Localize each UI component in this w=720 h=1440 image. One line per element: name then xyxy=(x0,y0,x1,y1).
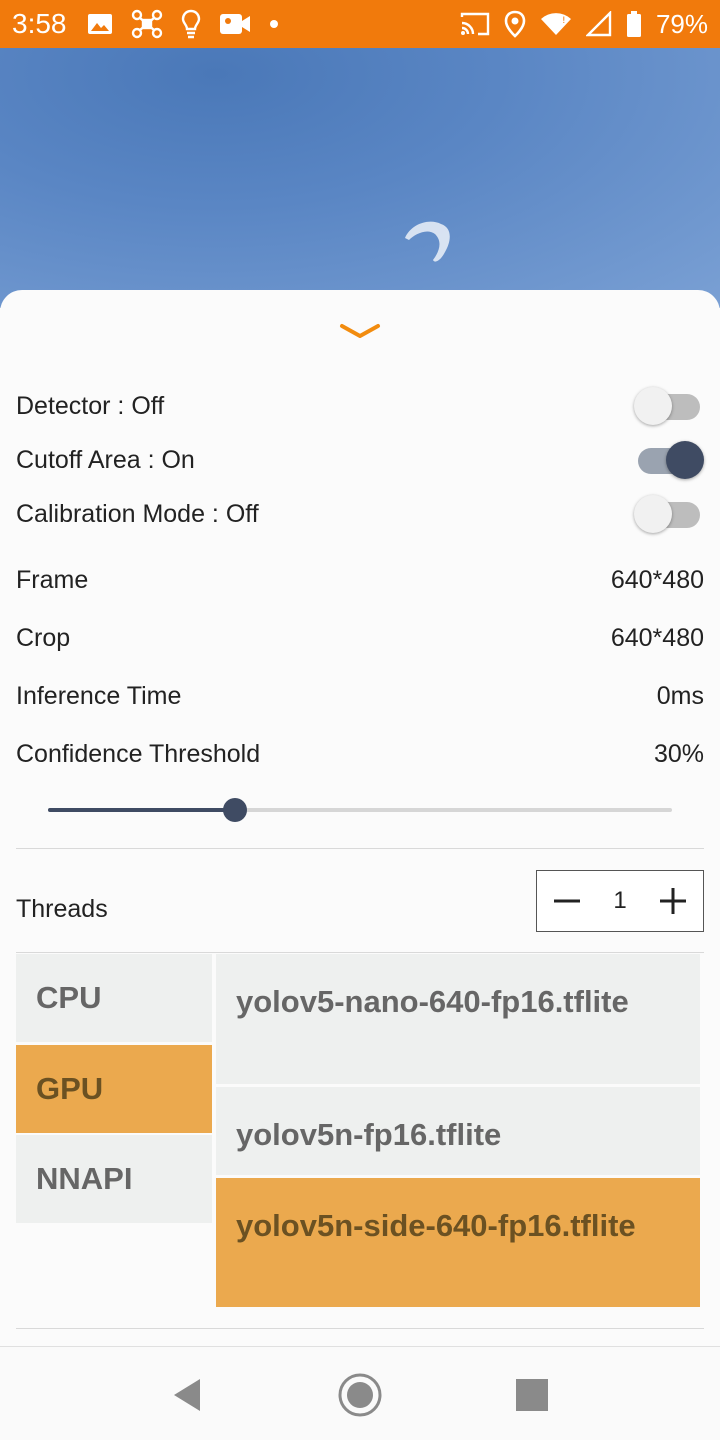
divider xyxy=(16,952,704,953)
threads-label: Threads xyxy=(16,894,108,923)
threads-stepper: 1 xyxy=(536,870,704,932)
delegate-gpu[interactable]: GPU xyxy=(16,1045,212,1133)
slider-fill xyxy=(48,808,236,812)
slider-thumb[interactable] xyxy=(223,798,248,822)
cloud-image xyxy=(405,221,450,262)
detector-switch[interactable] xyxy=(634,386,704,426)
crop-row: Crop 640*480 xyxy=(16,620,704,656)
crop-label: Crop xyxy=(16,623,71,652)
model-label: yolov5-nano-640-fp16.tflite xyxy=(236,984,629,1019)
threads-increment-button[interactable] xyxy=(643,871,703,931)
battery-percent: 79% xyxy=(655,8,708,39)
recents-icon[interactable] xyxy=(508,1371,556,1419)
confidence-threshold-row: Confidence Threshold 30% xyxy=(16,736,704,772)
divider xyxy=(16,1328,704,1329)
threads-value: 1 xyxy=(613,887,627,914)
delegate-label: GPU xyxy=(36,1071,104,1106)
image-icon xyxy=(87,13,113,35)
calibration-mode-row: Calibration Mode : Off xyxy=(16,494,704,534)
model-item[interactable]: yolov5n-fp16.tflite xyxy=(216,1087,700,1175)
camera-preview[interactable] xyxy=(0,48,720,308)
video-camera-icon xyxy=(219,12,251,36)
confidence-threshold-value: 30% xyxy=(653,739,704,768)
model-item[interactable]: yolov5n-side-640-fp16.tflite xyxy=(216,1178,700,1307)
cast-icon xyxy=(460,11,490,37)
cutoff-area-label: Cutoff Area : On xyxy=(16,445,195,474)
inference-time-value: 0ms xyxy=(656,681,704,710)
back-icon[interactable] xyxy=(164,1371,212,1419)
frame-row: Frame 640*480 xyxy=(16,562,704,598)
inference-time-label: Inference Time xyxy=(16,681,182,710)
crop-value: 640*480 xyxy=(610,623,704,652)
navigation-bar xyxy=(0,1346,720,1440)
model-label: yolov5n-fp16.tflite xyxy=(236,1117,502,1152)
delegate-label: CPU xyxy=(36,980,102,1015)
cutoff-area-switch[interactable] xyxy=(634,440,704,480)
dot-icon xyxy=(269,19,279,29)
status-bar: 3:58 ! 79% xyxy=(0,0,720,48)
calibration-mode-switch[interactable] xyxy=(634,494,704,534)
battery-icon xyxy=(626,10,642,38)
wifi-icon: ! xyxy=(540,11,572,37)
detector-label: Detector : Off xyxy=(16,391,165,420)
calibration-mode-label: Calibration Mode : Off xyxy=(16,499,259,528)
delegate-label: NNAPI xyxy=(36,1161,133,1196)
model-item[interactable]: yolov5-nano-640-fp16.tflite xyxy=(216,954,700,1084)
chevron-down-icon[interactable] xyxy=(336,320,384,344)
location-icon xyxy=(504,10,526,38)
cutoff-area-row: Cutoff Area : On xyxy=(16,440,704,480)
minus-icon xyxy=(554,899,580,903)
drone-icon xyxy=(131,9,163,39)
svg-text:!: ! xyxy=(562,16,566,26)
signal-icon xyxy=(585,11,612,37)
delegate-cpu[interactable]: CPU xyxy=(16,954,212,1042)
threads-decrement-button[interactable] xyxy=(537,871,597,931)
plus-icon xyxy=(659,888,686,914)
confidence-slider[interactable] xyxy=(48,796,672,824)
divider xyxy=(16,848,704,849)
status-time: 3:58 xyxy=(12,8,67,39)
lightbulb-icon xyxy=(181,9,201,39)
model-label: yolov5n-side-640-fp16.tflite xyxy=(236,1208,636,1243)
threads-row: Threads xyxy=(16,890,416,928)
home-icon[interactable] xyxy=(336,1371,384,1419)
inference-time-row: Inference Time 0ms xyxy=(16,678,704,714)
settings-bottom-sheet: Detector : Off Cutoff Area : On Calibrat… xyxy=(0,290,720,1346)
frame-label: Frame xyxy=(16,565,89,594)
frame-value: 640*480 xyxy=(610,565,704,594)
confidence-threshold-label: Confidence Threshold xyxy=(16,739,261,768)
detector-row: Detector : Off xyxy=(16,386,704,426)
delegate-nnapi[interactable]: NNAPI xyxy=(16,1135,212,1223)
